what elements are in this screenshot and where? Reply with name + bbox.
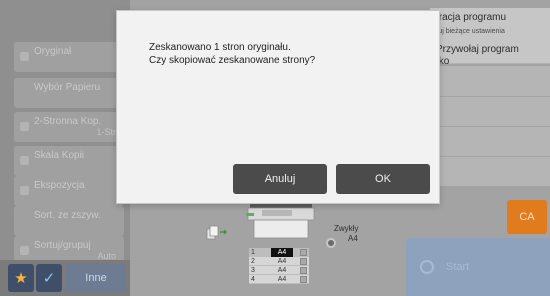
sort-group-label: Sortuj/grupuj bbox=[34, 240, 91, 251]
start-button[interactable]: Start bbox=[406, 238, 550, 296]
divider bbox=[430, 156, 550, 157]
tray-size: A4 bbox=[277, 267, 287, 274]
paper-type-label: Zwykły A4 bbox=[334, 224, 358, 244]
tray-number: 4 bbox=[251, 276, 255, 283]
tray-row[interactable]: 1 A4 bbox=[249, 248, 309, 257]
duplex-icon bbox=[20, 122, 29, 131]
program-register-label[interactable]: tracja programu bbox=[436, 12, 506, 23]
copy-ratio-button[interactable]: Skala Kopii bbox=[14, 146, 124, 176]
dialog-message-line2: Czy skopiować zeskanowane strony? bbox=[149, 55, 316, 66]
divider bbox=[430, 96, 550, 97]
divider bbox=[430, 126, 550, 127]
original-label: Oryginał bbox=[34, 46, 72, 57]
duplex-label: 2-Stronna Kop. bbox=[34, 116, 102, 127]
tray-icon bbox=[300, 276, 307, 283]
tray-icon bbox=[300, 258, 307, 265]
tray-icon bbox=[300, 267, 307, 274]
original-button[interactable]: Oryginał bbox=[14, 42, 124, 72]
exposure-label: Ekspozycja bbox=[34, 180, 85, 191]
copy-screen: Oryginał Wybór Papieru 2-Stronna Kop. 1-… bbox=[0, 0, 550, 296]
check-icon: ✓ bbox=[42, 270, 56, 287]
tray-size: A4 bbox=[271, 248, 293, 257]
staple-sort-label: Sort. ze zszyw. bbox=[34, 210, 101, 221]
duplex-copy-button[interactable]: 2-Stronna Kop. 1-Str bbox=[14, 112, 124, 142]
tray-row[interactable]: 2 A4 bbox=[249, 257, 309, 266]
paper-size-text: A4 bbox=[348, 234, 358, 243]
sort-group-icon bbox=[20, 246, 29, 255]
ok-button[interactable]: OK bbox=[336, 164, 430, 194]
function-panel: Oryginał Wybór Papieru 2-Stronna Kop. 1-… bbox=[0, 0, 130, 296]
right-settings-list bbox=[430, 66, 550, 186]
exposure-icon bbox=[20, 186, 29, 195]
copy-ratio-label: Skala Kopii bbox=[34, 150, 85, 161]
tray-number: 1 bbox=[251, 249, 255, 256]
favorites-button[interactable]: ★ bbox=[8, 264, 34, 292]
check-settings-button[interactable]: ✓ bbox=[36, 264, 62, 292]
paper-type-text: Zwykły bbox=[334, 224, 359, 233]
tray-number: 2 bbox=[251, 258, 255, 265]
paper-select-button[interactable]: Wybór Papieru bbox=[14, 78, 124, 108]
duplex-value: 1-Str bbox=[96, 127, 116, 137]
program-recall-label[interactable]: Przywołaj program bbox=[436, 44, 519, 55]
dialog-message-line1: Zeskanowano 1 stron oryginału. bbox=[149, 42, 291, 53]
scan-icon bbox=[206, 225, 227, 240]
tray-icon bbox=[300, 249, 307, 256]
copy-ratio-icon bbox=[20, 156, 29, 165]
program-register-hint: ruj bieżące ustawienia bbox=[436, 28, 505, 35]
tray-row[interactable]: 4 A4 bbox=[249, 275, 309, 284]
tray-size: A4 bbox=[277, 276, 287, 283]
original-icon bbox=[20, 52, 29, 61]
star-icon: ★ bbox=[14, 270, 28, 287]
tray-list: 1 A4 2 A4 3 A4 4 A4 bbox=[249, 248, 309, 284]
dialog-message: Zeskanowano 1 stron oryginału. Czy skopi… bbox=[149, 41, 409, 67]
staple-sort-button[interactable]: Sort. ze zszyw. bbox=[14, 206, 124, 236]
other-button[interactable]: Inne bbox=[66, 264, 126, 292]
copier-illustration bbox=[246, 202, 315, 239]
tray-size: A4 bbox=[277, 258, 287, 265]
cancel-button[interactable]: Anuluj bbox=[233, 164, 327, 194]
tray-number: 3 bbox=[251, 267, 255, 274]
exposure-button[interactable]: Ekspozycja bbox=[14, 176, 124, 206]
paper-select-label: Wybór Papieru bbox=[34, 82, 101, 93]
tray-row[interactable]: 3 A4 bbox=[249, 266, 309, 275]
start-icon bbox=[420, 260, 434, 274]
clear-all-button[interactable]: CA bbox=[507, 200, 547, 234]
confirm-dialog: Zeskanowano 1 stron oryginału. Czy skopi… bbox=[116, 10, 440, 204]
start-label: Start bbox=[446, 261, 470, 273]
